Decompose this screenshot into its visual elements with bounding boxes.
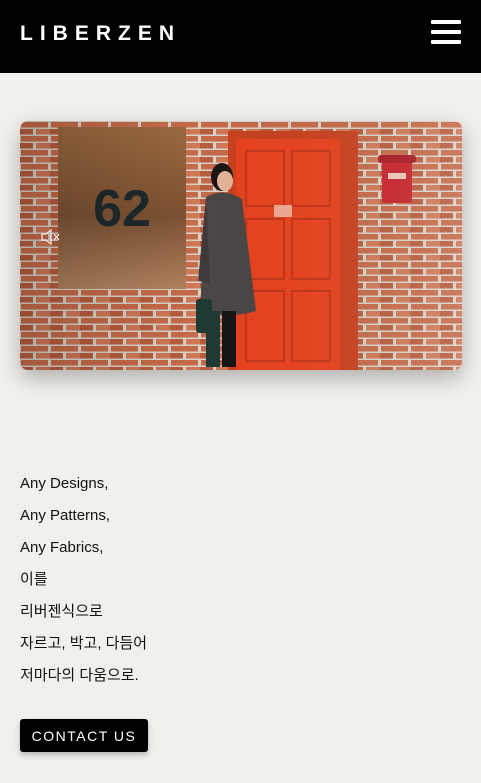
top-navigation-bar: LIBERZEN [0,0,481,73]
menu-bar-middle [431,30,461,34]
speaker-muted-icon[interactable] [40,228,60,246]
contact-us-button[interactable]: CONTACT US [20,719,148,752]
copy-line: 이를 [20,571,48,588]
copy-line: 리버젠식으로 [20,603,103,620]
menu-bar-top [431,20,461,24]
brand-copy: Any Designs, Any Patterns, Any Fabrics, … [20,468,147,692]
copy-line: Any Patterns, [20,507,111,524]
menu-bar-bottom [431,40,461,44]
hero-video[interactable]: 62 [20,121,462,370]
copy-line: Any Designs, [20,475,109,492]
copy-line: 자르고, 박고, 다듬어 [20,635,148,652]
hamburger-menu-icon[interactable] [431,19,461,45]
copy-line: 저마다의 다움으로. [20,667,139,684]
hero-video-frame: 62 [20,121,462,370]
copy-line: Any Fabrics, [20,539,104,556]
brand-logo[interactable]: LIBERZEN [20,22,181,46]
